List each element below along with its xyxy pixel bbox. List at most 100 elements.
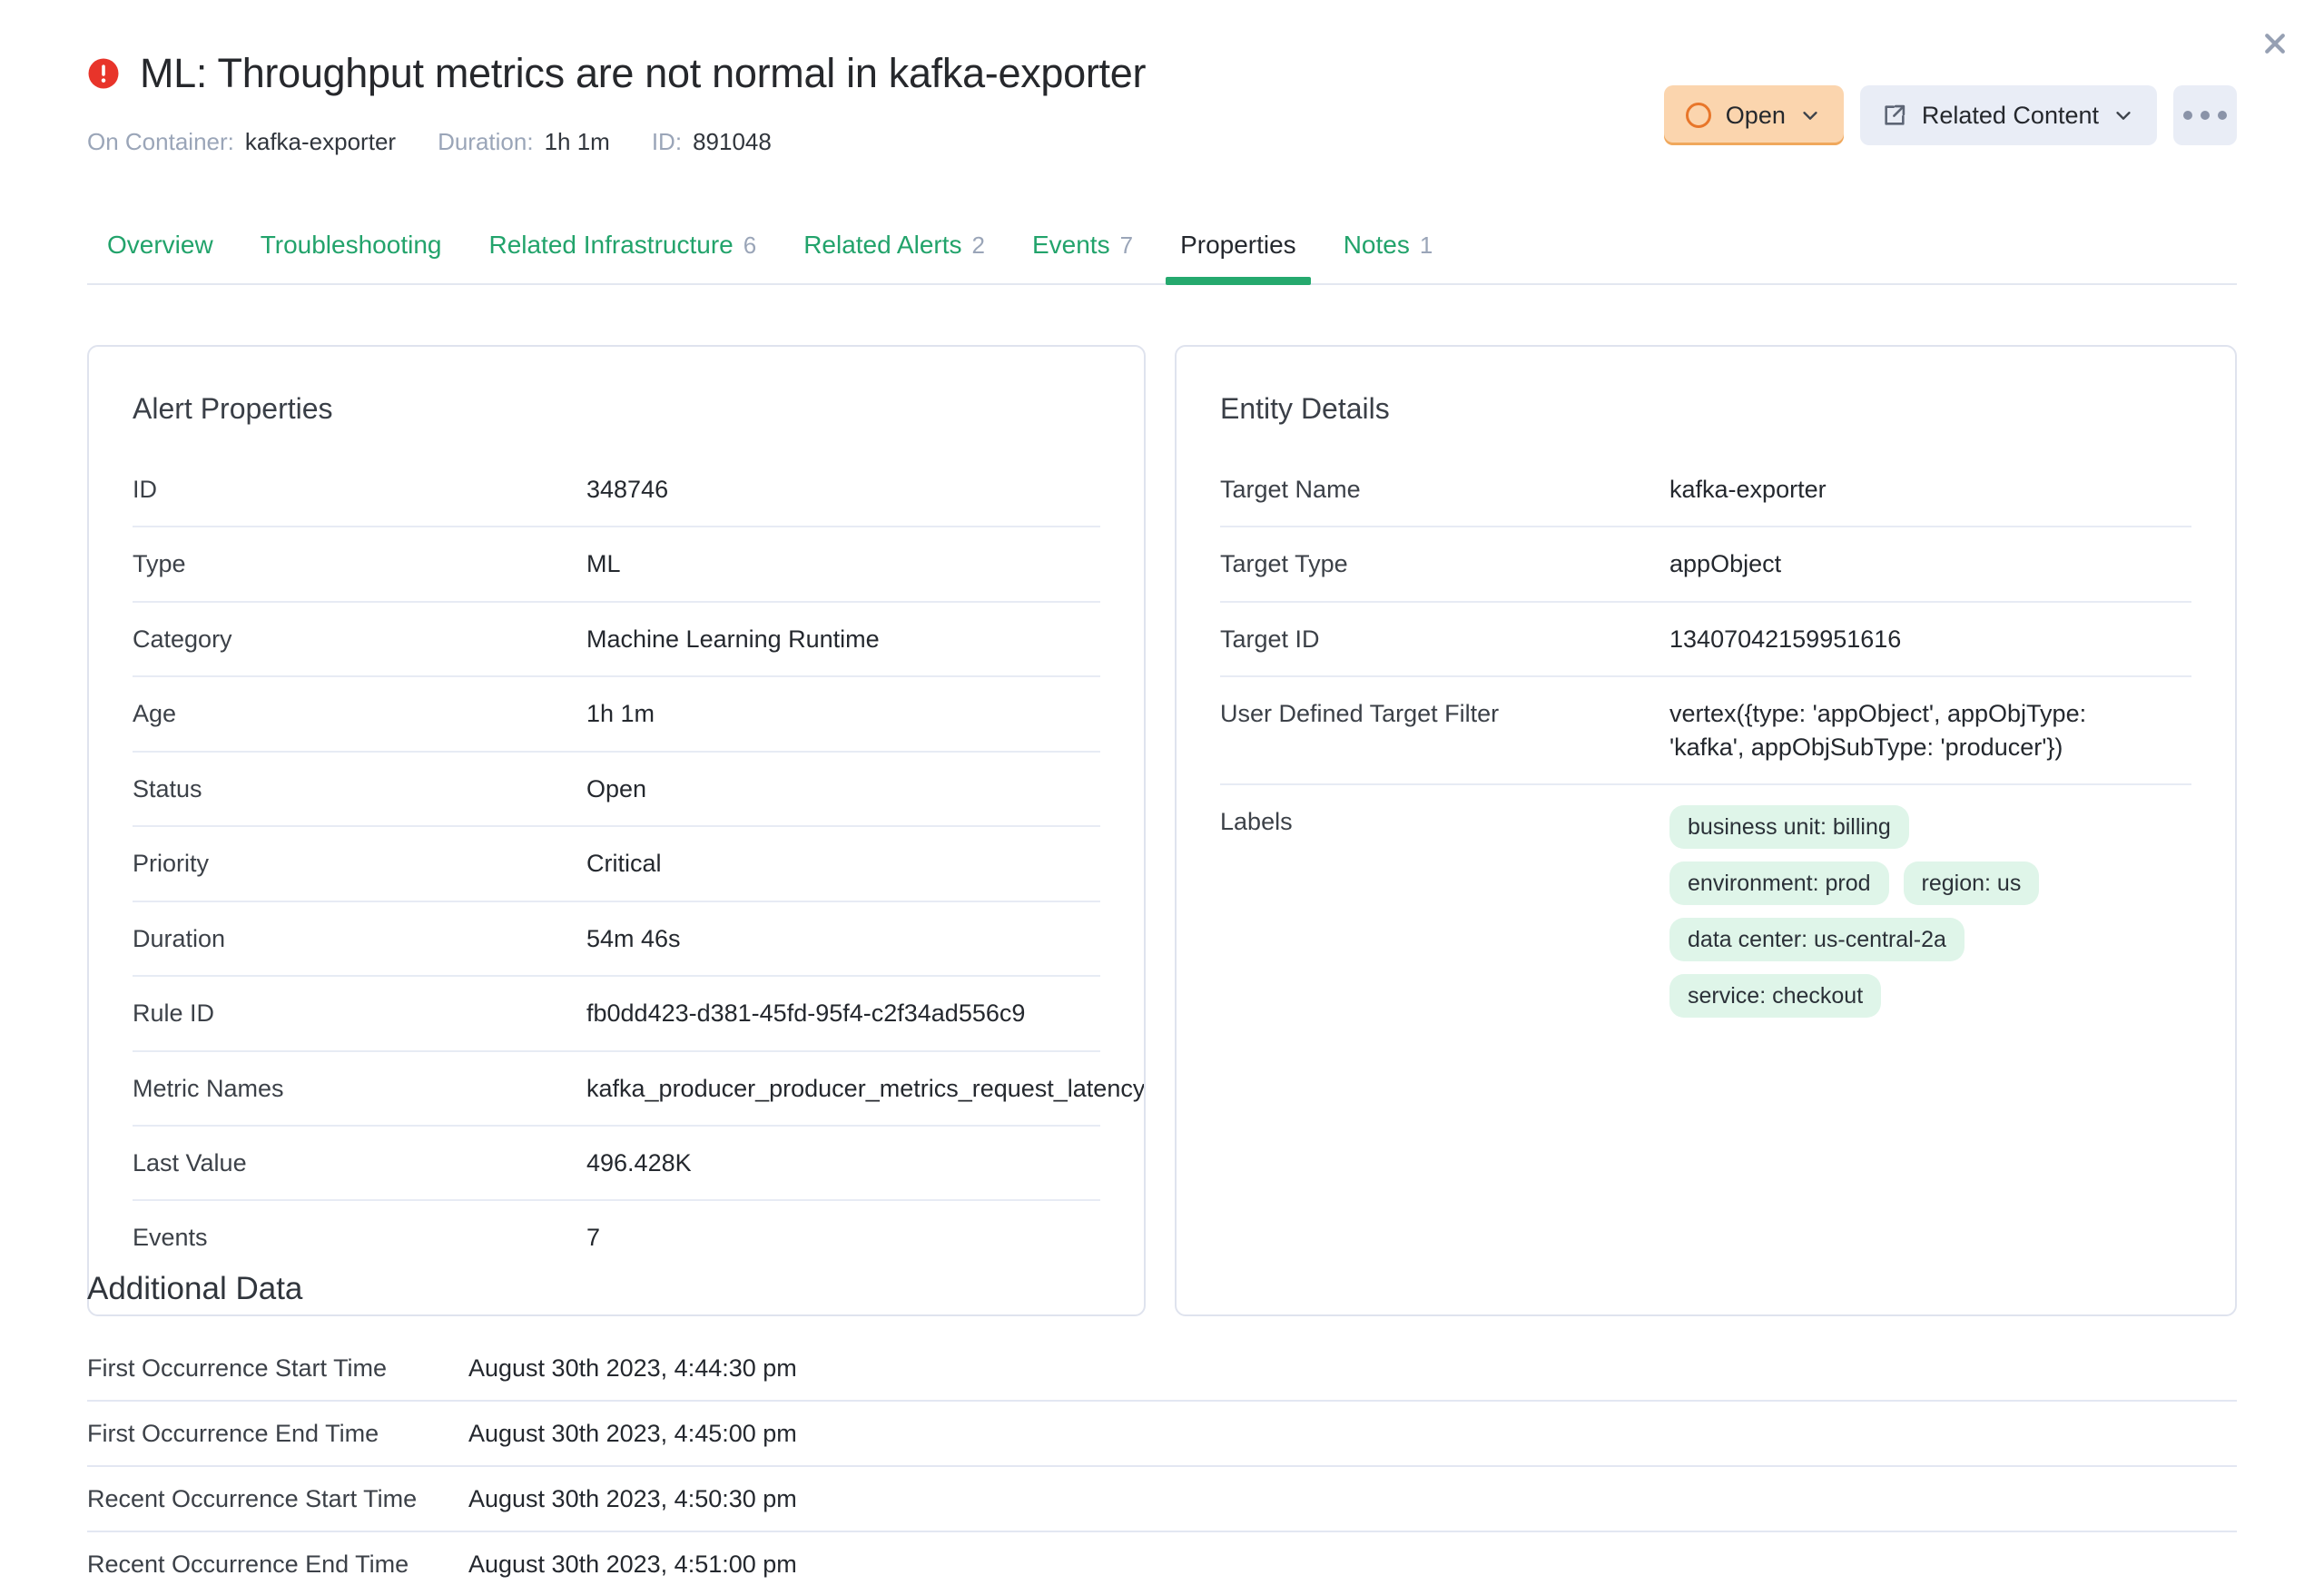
additional-data-title: Additional Data: [87, 1271, 303, 1306]
related-content-label: Related Content: [1921, 101, 2099, 129]
label-chip: environment: prod: [1669, 861, 1889, 906]
property-key: Target Type: [1220, 550, 1348, 578]
property-row: Events 7: [133, 1201, 1100, 1274]
tab-notes[interactable]: Notes 1: [1320, 207, 1457, 283]
tab-properties[interactable]: Properties: [1157, 207, 1320, 285]
property-row: Target Type appObject: [1220, 527, 2191, 603]
property-row: Age 1h 1m: [133, 677, 1101, 753]
meta-duration-label: Duration:: [438, 127, 534, 155]
detail-cards: Alert Properties ID 348746 Type ML Category M…: [87, 345, 2237, 1316]
additional-data-row: Recent Occurrence Start Time August 30th …: [87, 1467, 2237, 1532]
labels-value: business unit: billing environment: prod r…: [1669, 805, 2142, 1019]
property-row: Target ID 13407042159951616: [1220, 603, 2191, 678]
tab-count: 1: [1419, 231, 1433, 259]
property-value: 496.428K: [586, 1148, 692, 1176]
property-value: kafka-exporter: [1669, 476, 1827, 503]
property-key: Events: [133, 1224, 208, 1252]
external-link-icon: [1885, 104, 1905, 125]
header-actions: Open Related Content: [1663, 85, 2237, 145]
property-value: kafka_producer_producer_metrics_request_…: [586, 1074, 1147, 1102]
property-value: vertex({type: 'appObject', appObjType: '…: [1669, 700, 2087, 761]
label-chip: region: us: [1903, 861, 2040, 906]
property-value: Machine Learning Runtime: [586, 625, 880, 653]
labels-key: Labels: [1220, 808, 1293, 836]
entity-details-title: Entity Details: [1220, 392, 1390, 425]
property-value: Open: [586, 774, 647, 802]
property-row: Rule ID fb0dd423-d381-45fd-95f4-c2f34ad55…: [133, 977, 1101, 1052]
meta-container: On Container: kafka-exporter: [87, 128, 396, 156]
property-row: Target Name kafka-exporter: [1220, 453, 2191, 528]
meta-id-label: ID:: [651, 127, 683, 155]
additional-data-key: Recent Occurrence Start Time: [87, 1484, 418, 1512]
label-chip: business unit: billing: [1669, 805, 1909, 850]
tab-related-infrastructure[interactable]: Related Infrastructure 6: [465, 207, 780, 283]
additional-data-value: August 30th 2023, 4:51:00 pm: [468, 1550, 797, 1578]
property-value: appObject: [1669, 550, 1782, 578]
circle-outline-icon: [1685, 103, 1711, 128]
property-row: Metric Names kafka_producer_producer_metr…: [133, 1052, 1147, 1127]
property-value: 13407042159951616: [1669, 625, 1902, 653]
property-key: User Defined Target Filter: [1220, 700, 1500, 728]
tab-overview[interactable]: Overview: [87, 207, 237, 283]
property-row: ID 348746: [133, 453, 1101, 528]
property-row: Status Open: [133, 753, 1101, 828]
property-key: Rule ID: [133, 999, 215, 1028]
property-row: User Defined Target Filter vertex({type: …: [1220, 677, 2191, 786]
property-value: 348746: [586, 476, 669, 503]
chevron-down-icon: [2116, 112, 2131, 120]
tab-label: Related Alerts: [803, 231, 962, 259]
tab-related-alerts[interactable]: Related Alerts 2: [780, 207, 1009, 283]
tab-list: Overview Troubleshooting Related Infrastru…: [87, 207, 2237, 285]
related-content-button[interactable]: Related Content: [1859, 85, 2157, 145]
tab-label: Overview: [107, 231, 213, 259]
meta-id-value: 891048: [693, 127, 772, 155]
property-row: Category Machine Learning Runtime: [133, 603, 1101, 678]
additional-data-key: Recent Occurrence End Time: [87, 1550, 409, 1578]
property-key: Status: [133, 774, 202, 802]
property-key: ID: [133, 476, 157, 503]
page-title: ML: Throughput metrics are not normal in…: [140, 50, 1147, 96]
additional-data-key: First Occurrence End Time: [87, 1419, 379, 1447]
tab-bar: Overview Troubleshooting Related Infrastru…: [87, 207, 2237, 285]
meta-container-value: kafka-exporter: [244, 127, 397, 155]
property-key: Category: [133, 625, 232, 653]
additional-data-key: First Occurrence Start Time: [87, 1354, 388, 1382]
property-row: Priority Critical: [133, 827, 1101, 902]
tab-label: Troubleshooting: [260, 231, 442, 259]
entity-details-card: Entity Details Target Name kafka-exporter…: [1175, 345, 2237, 1316]
additional-data-value: August 30th 2023, 4:45:00 pm: [468, 1419, 797, 1447]
status-dropdown-button[interactable]: Open: [1663, 85, 1844, 145]
tab-events[interactable]: Events 7: [1009, 207, 1157, 283]
label-chip-list: business unit: billing environment: prod r…: [1669, 805, 2142, 1019]
meta-container-label: On Container:: [87, 127, 234, 155]
property-key: Type: [133, 550, 186, 578]
tab-label: Related Infrastructure: [488, 231, 734, 259]
property-value: fb0dd423-d381-45fd-95f4-c2f34ad556c9: [586, 999, 1026, 1028]
property-value: 54m 46s: [586, 924, 681, 952]
additional-data-row: First Occurrence Start Time August 30th 2…: [87, 1336, 2237, 1402]
property-key: Age: [133, 700, 177, 728]
property-key: Duration: [133, 924, 226, 952]
tab-count: 2: [971, 231, 985, 259]
property-row: Type ML: [133, 527, 1101, 603]
property-row: Last Value 496.428K: [133, 1127, 1101, 1202]
additional-data-row: Recent Occurrence End Time August 30th 20…: [87, 1532, 2237, 1585]
additional-data-value: August 30th 2023, 4:44:30 pm: [468, 1354, 797, 1382]
additional-data-list: First Occurrence Start Time August 30th 2…: [87, 1336, 2237, 1585]
tab-label: Events: [1031, 231, 1110, 259]
meta-id: ID: 891048: [652, 128, 772, 156]
tab-label: Properties: [1180, 231, 1296, 259]
property-key: Target Name: [1220, 476, 1361, 503]
meta-duration: Duration: 1h 1m: [438, 128, 610, 156]
status-label: Open: [1725, 101, 1786, 129]
tab-label: Notes: [1343, 231, 1410, 259]
error-circle-icon: [88, 58, 119, 89]
meta-duration-value: 1h 1m: [544, 127, 610, 155]
entity-details-list: Target Name kafka-exporter Target Type appO…: [1220, 453, 2191, 786]
property-row: Duration 54m 46s: [133, 902, 1101, 978]
ellipsis-icon: [2183, 111, 2227, 120]
tab-troubleshooting[interactable]: Troubleshooting: [237, 207, 466, 283]
more-options-button[interactable]: [2173, 85, 2237, 145]
tab-count: 7: [1119, 231, 1134, 259]
property-key: Target ID: [1220, 625, 1320, 653]
